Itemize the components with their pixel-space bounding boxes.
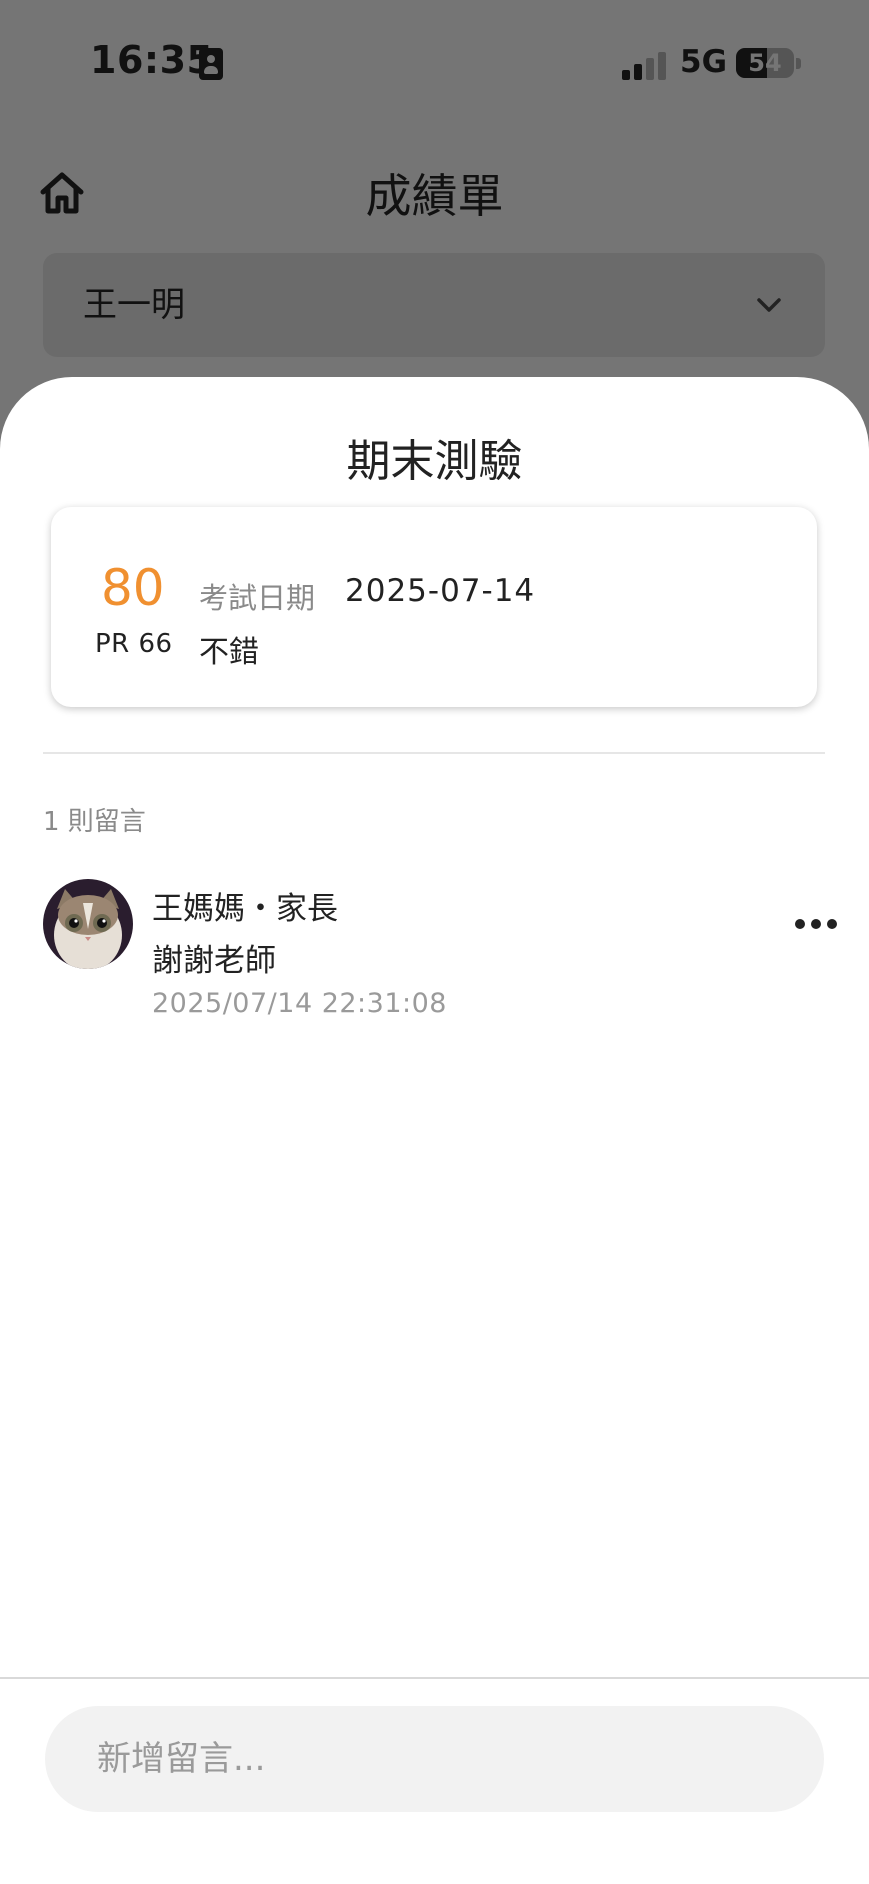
battery-level: 54: [748, 49, 782, 77]
comment-input[interactable]: [45, 1706, 824, 1812]
signal-bar: [658, 52, 666, 80]
status-time: 16:35: [90, 38, 214, 82]
page-title: 成績單: [365, 169, 504, 223]
comment-count: 1 則留言: [43, 807, 146, 837]
signal-icon: [622, 52, 668, 80]
comment-text: 謝謝老師: [152, 943, 276, 979]
score-remark: 不錯: [199, 635, 259, 670]
score-card: 80 PR 66 考試日期 2025-07-14 不錯: [51, 507, 817, 707]
network-label: 5G: [680, 44, 728, 80]
exam-date-value: 2025-07-14: [345, 573, 536, 609]
student-select-value: 王一明: [83, 285, 185, 325]
divider: [43, 752, 825, 754]
input-divider: [0, 1677, 869, 1679]
signal-bar: [634, 64, 642, 80]
chevron-down-icon: [757, 298, 781, 312]
student-select[interactable]: 王一明: [43, 253, 825, 357]
avatar[interactable]: [43, 879, 133, 969]
status-bar: 16:35 5G 54: [0, 0, 869, 130]
list-item: 王媽媽・家長 謝謝老師 2025/07/14 22:31:08: [43, 877, 843, 1037]
sheet-title: 期末測驗: [346, 436, 523, 487]
battery-tip: [796, 58, 801, 69]
signal-bar: [622, 70, 630, 80]
more-options-icon[interactable]: [795, 915, 837, 935]
comment-author: 王媽媽・家長: [152, 891, 338, 927]
signal-bar: [646, 58, 654, 80]
comment-time: 2025/07/14 22:31:08: [152, 988, 447, 1019]
battery-icon: 54: [736, 48, 794, 78]
score-value: 80: [101, 559, 165, 617]
exam-detail-sheet: 期末測驗 80 PR 66 考試日期 2025-07-14 不錯 1 則留言 王…: [0, 377, 869, 1884]
pr-value: PR 66: [95, 629, 173, 659]
id-card-icon: [199, 48, 223, 80]
exam-date-label: 考試日期: [199, 581, 316, 615]
